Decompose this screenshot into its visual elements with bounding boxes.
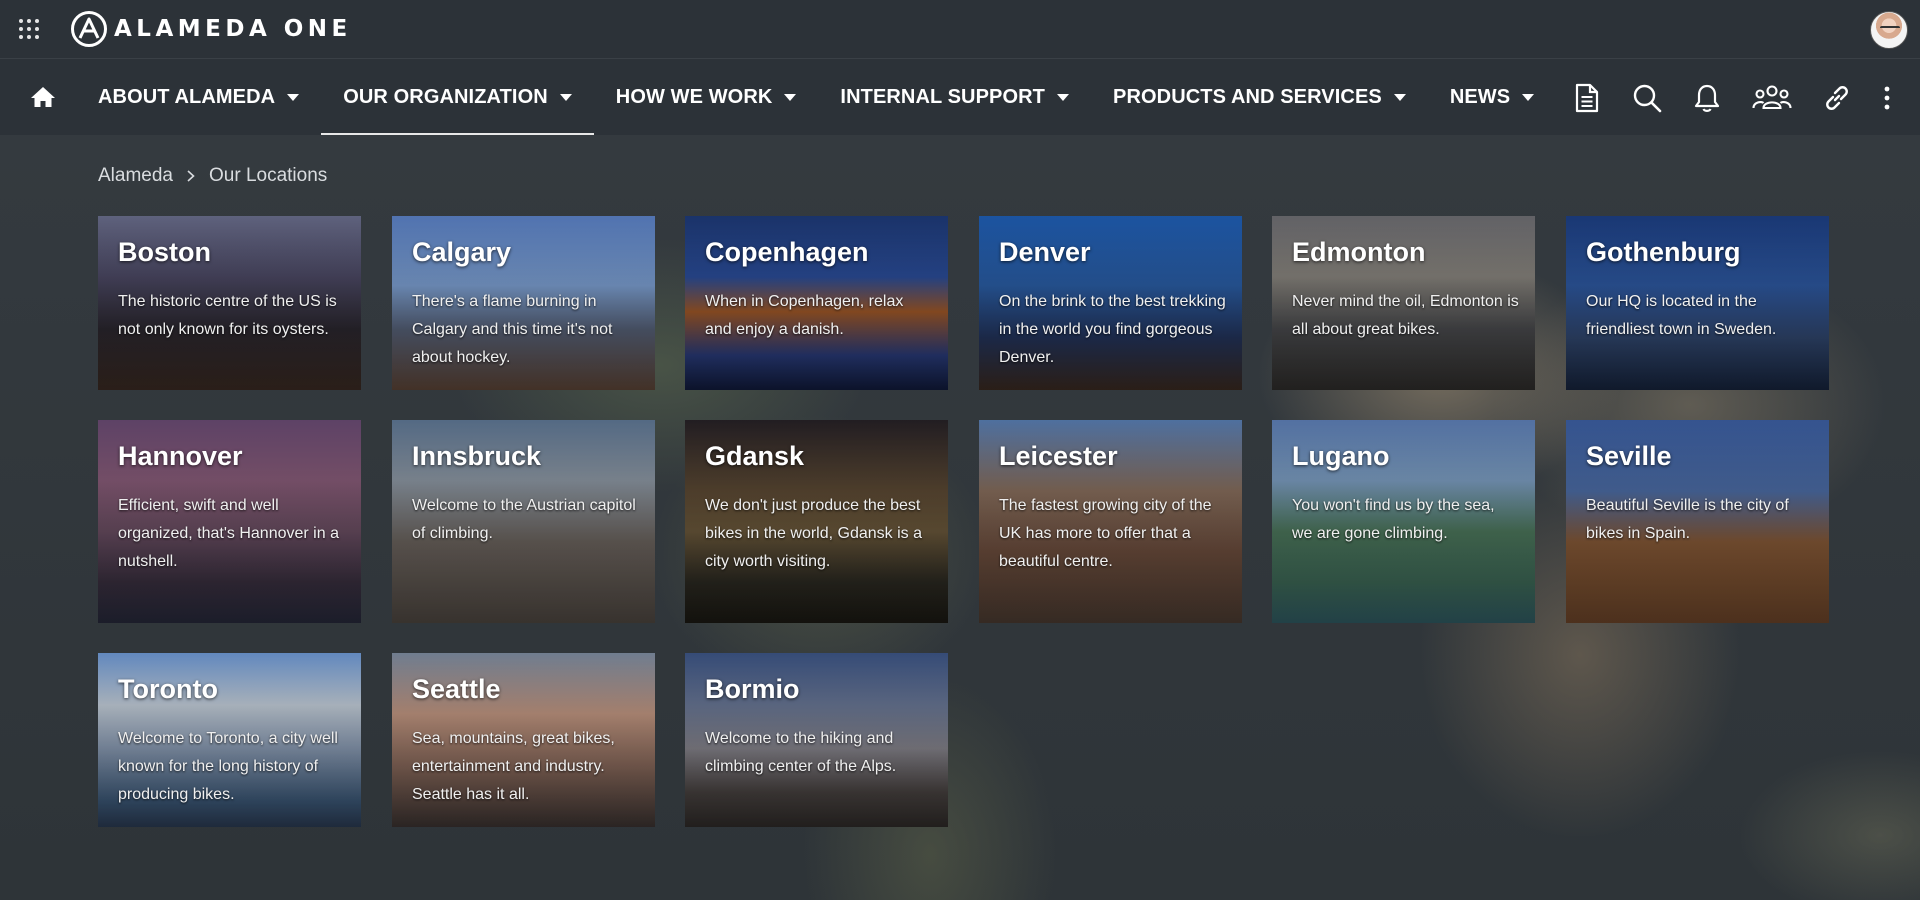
brand-logo[interactable]: ALAMEDA ONE (70, 11, 352, 47)
card-description: Efficient, swift and well organized, tha… (118, 497, 339, 570)
location-card-calgary[interactable]: Calgary There's a flame burning in Calga… (392, 216, 655, 390)
nav-item-about-alameda[interactable]: ABOUT ALAMEDA (76, 59, 321, 136)
nav-menu: ABOUT ALAMEDA OUR ORGANIZATION HOW WE WO… (76, 59, 1556, 136)
people-icon[interactable] (1752, 83, 1792, 113)
card-title: Lugano (1292, 441, 1390, 471)
nav-toolbar (1572, 59, 1920, 136)
location-card-boston[interactable]: Boston The historic centre of the US is … (98, 216, 361, 390)
location-card-gothenburg[interactable]: Gothenburg Our HQ is located in the frie… (1566, 216, 1829, 390)
more-vertical-icon[interactable] (1882, 83, 1892, 113)
main-navigation: ABOUT ALAMEDA OUR ORGANIZATION HOW WE WO… (0, 58, 1920, 136)
card-description: There's a flame burning in Calgary and t… (412, 293, 613, 366)
nav-item-label: INTERNAL SUPPORT (840, 86, 1046, 108)
location-card-copenhagen[interactable]: Copenhagen When in Copenhagen, relax and… (685, 216, 948, 390)
card-description: When in Copenhagen, relax and enjoy a da… (705, 293, 904, 338)
card-description: The fastest growing city of the UK has m… (999, 497, 1212, 570)
user-avatar[interactable] (1870, 11, 1908, 49)
card-description: You won't find us by the sea, we are gon… (1292, 497, 1495, 542)
nav-item-label: ABOUT ALAMEDA (98, 86, 276, 108)
card-description: On the brink to the best trekking in the… (999, 293, 1226, 366)
card-description: We don't just produce the best bikes in … (705, 497, 922, 570)
nav-item-label: NEWS (1449, 86, 1511, 108)
location-card-innsbruck[interactable]: Innsbruck Welcome to the Austrian capito… (392, 420, 655, 623)
caret-down-icon (1522, 93, 1535, 101)
brand-name: ALAMEDA ONE (114, 16, 352, 42)
card-title: Hannover (118, 441, 243, 471)
app-launcher-icon[interactable] (18, 18, 40, 40)
caret-down-icon (1393, 93, 1406, 101)
card-title: Calgary (412, 237, 512, 267)
card-description: Welcome to the hiking and climbing cente… (705, 730, 897, 775)
card-description: Never mind the oil, Edmonton is all abou… (1292, 293, 1519, 338)
link-icon[interactable] (1822, 83, 1852, 113)
nav-item-internal-support[interactable]: INTERNAL SUPPORT (818, 59, 1091, 136)
card-description: The historic centre of the US is not onl… (118, 293, 337, 338)
nav-item-label: HOW WE WORK (615, 86, 773, 108)
card-title: Gothenburg (1586, 237, 1741, 267)
card-description: Sea, mountains, great bikes, entertainme… (412, 730, 615, 803)
breadcrumb-root-link[interactable]: Alameda (98, 165, 173, 187)
nav-item-label: OUR ORGANIZATION (343, 86, 548, 108)
card-title: Denver (999, 237, 1091, 267)
location-card-gdansk[interactable]: Gdansk We don't just produce the best bi… (685, 420, 948, 623)
card-title: Copenhagen (705, 237, 869, 267)
nav-item-products-and-services[interactable]: PRODUCTS AND SERVICES (1091, 59, 1428, 136)
location-card-edmonton[interactable]: Edmonton Never mind the oil, Edmonton is… (1272, 216, 1535, 390)
caret-down-icon (784, 93, 797, 101)
card-title: Bormio (705, 674, 800, 704)
location-card-toronto[interactable]: Toronto Welcome to Toronto, a city well … (98, 653, 361, 827)
card-title: Innsbruck (412, 441, 542, 471)
chevron-right-icon (187, 170, 195, 182)
nav-item-news[interactable]: NEWS (1428, 59, 1556, 136)
card-title: Edmonton (1292, 237, 1426, 267)
card-title: Boston (118, 237, 211, 267)
location-card-leicester[interactable]: Leicester The fastest growing city of th… (979, 420, 1242, 623)
location-card-hannover[interactable]: Hannover Efficient, swift and well organ… (98, 420, 361, 623)
location-card-bormio[interactable]: Bormio Welcome to the hiking and climbin… (685, 653, 948, 827)
caret-down-icon (559, 93, 572, 101)
card-description: Welcome to Toronto, a city well known fo… (118, 730, 338, 803)
breadcrumb: Alameda Our Locations (98, 165, 327, 187)
location-card-denver[interactable]: Denver On the brink to the best trekking… (979, 216, 1242, 390)
home-icon[interactable] (30, 85, 56, 109)
caret-down-icon (287, 93, 300, 101)
card-title: Seville (1586, 441, 1672, 471)
nav-item-our-organization[interactable]: OUR ORGANIZATION (321, 59, 594, 136)
card-title: Leicester (999, 441, 1118, 471)
card-title: Toronto (118, 674, 218, 704)
nav-item-label: PRODUCTS AND SERVICES (1113, 86, 1382, 108)
card-title: Seattle (412, 674, 501, 704)
alameda-logo-icon (71, 11, 107, 47)
breadcrumb-current: Our Locations (209, 165, 328, 186)
location-card-seattle[interactable]: Seattle Sea, mountains, great bikes, ent… (392, 653, 655, 827)
caret-down-icon (1057, 93, 1070, 101)
nav-item-how-we-work[interactable]: HOW WE WORK (594, 59, 819, 136)
card-title: Gdansk (705, 441, 805, 471)
bell-icon[interactable] (1692, 83, 1722, 113)
card-description: Welcome to the Austrian capitol of climb… (412, 497, 636, 542)
location-card-lugano[interactable]: Lugano You won't find us by the sea, we … (1272, 420, 1535, 623)
card-description: Beautiful Seville is the city of bikes i… (1586, 497, 1789, 542)
search-icon[interactable] (1632, 83, 1662, 113)
location-card-seville[interactable]: Seville Beautiful Seville is the city of… (1566, 420, 1829, 623)
document-icon[interactable] (1572, 83, 1602, 113)
card-description: Our HQ is located in the friendliest tow… (1586, 293, 1777, 338)
top-bar: ALAMEDA ONE (0, 0, 1920, 58)
